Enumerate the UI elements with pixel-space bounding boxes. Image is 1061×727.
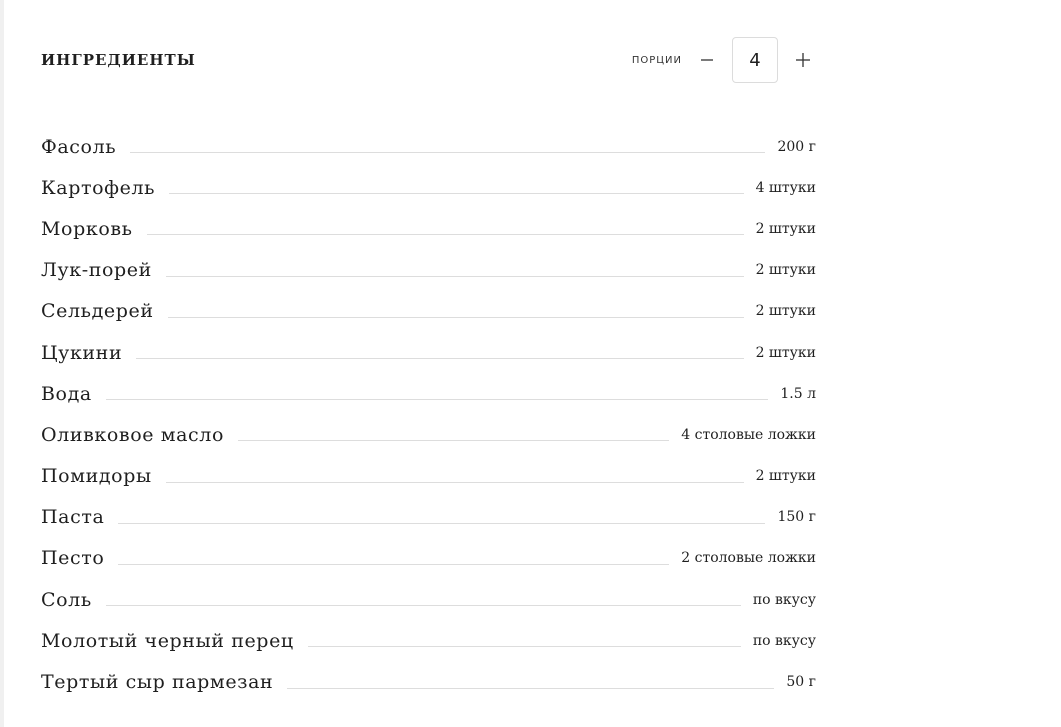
increase-servings-button[interactable] <box>790 47 816 73</box>
leader-line <box>165 275 744 277</box>
ingredient-quantity: 1.5 л <box>780 385 816 402</box>
ingredient-name: Фасоль <box>41 135 117 158</box>
servings-label: ПОРЦИИ <box>631 54 682 66</box>
ingredient-row: Паста 150 г <box>41 497 816 538</box>
decrease-servings-button[interactable] <box>694 47 720 73</box>
ingredient-quantity: 150 г <box>777 509 816 526</box>
ingredient-name: Паста <box>41 506 105 529</box>
ingredient-quantity: 2 штуки <box>755 220 816 237</box>
leader-line <box>118 522 766 524</box>
ingredient-quantity: 2 столовые ложки <box>681 550 816 567</box>
ingredient-row: Молотый черный перец по вкусу <box>41 620 816 661</box>
ingredient-quantity: 2 штуки <box>755 262 816 279</box>
ingredients-panel: ИНГРЕДИЕНТЫ ПОРЦИИ 4 Фасоль 200 г Картоф… <box>41 0 816 727</box>
leader-line <box>105 605 741 607</box>
servings-stepper: ПОРЦИИ 4 <box>632 36 816 84</box>
ingredient-quantity: 2 штуки <box>755 468 816 485</box>
leader-line <box>136 358 744 360</box>
ingredients-header: ИНГРЕДИЕНТЫ ПОРЦИИ 4 <box>41 36 816 84</box>
ingredient-row: Песто 2 столовые ложки <box>41 538 816 579</box>
ingredient-quantity: 50 г <box>786 674 816 691</box>
ingredient-row: Сельдерей 2 штуки <box>41 291 816 332</box>
ingredient-name: Оливковое масло <box>41 423 224 446</box>
ingredient-row: Фасоль 200 г <box>41 126 816 167</box>
ingredient-row: Лук-порей 2 штуки <box>41 250 816 291</box>
ingredient-row: Помидоры 2 штуки <box>41 456 816 497</box>
ingredient-quantity: по вкусу <box>752 632 816 649</box>
ingredient-name: Соль <box>41 588 92 611</box>
ingredient-row: Морковь 2 штуки <box>41 208 816 249</box>
ingredient-row: Цукини 2 штуки <box>41 332 816 373</box>
ingredient-name: Цукини <box>41 341 123 364</box>
leader-line <box>287 687 775 689</box>
ingredient-row: Вода 1.5 л <box>41 373 816 414</box>
ingredient-name: Песто <box>41 547 105 570</box>
leader-line <box>118 563 670 565</box>
ingredient-name: Картофель <box>41 176 156 199</box>
ingredient-name: Вода <box>41 382 92 405</box>
leader-line <box>167 316 744 318</box>
ingredient-list: Фасоль 200 г Картофель 4 штуки Морковь 2… <box>41 126 816 703</box>
ingredient-name: Тертый сыр пармезан <box>41 671 274 694</box>
ingredient-name: Помидоры <box>41 465 152 488</box>
ingredient-row: Тертый сыр пармезан 50 г <box>41 661 816 702</box>
leader-line <box>130 152 766 154</box>
plus-icon <box>796 53 810 67</box>
leader-line <box>146 234 744 236</box>
minus-icon <box>701 59 713 61</box>
ingredient-row: Оливковое масло 4 столовые ложки <box>41 414 816 455</box>
ingredient-quantity: 2 штуки <box>755 344 816 361</box>
ingredient-name: Морковь <box>41 217 133 240</box>
ingredient-name: Лук-порей <box>41 259 152 282</box>
ingredient-quantity: по вкусу <box>752 591 816 608</box>
leader-line <box>238 440 670 442</box>
leader-line <box>169 193 744 195</box>
leader-line <box>165 481 744 483</box>
leader-line <box>105 399 769 401</box>
ingredient-name: Молотый черный перец <box>41 629 294 652</box>
ingredient-row: Соль по вкусу <box>41 579 816 620</box>
servings-count[interactable]: 4 <box>732 37 778 83</box>
ingredient-row: Картофель 4 штуки <box>41 167 816 208</box>
leader-line <box>307 646 741 648</box>
ingredient-quantity: 200 г <box>777 138 816 155</box>
ingredient-quantity: 4 штуки <box>755 179 816 196</box>
ingredient-name: Сельдерей <box>41 300 154 323</box>
page-left-edge <box>0 0 4 727</box>
ingredients-title: ИНГРЕДИЕНТЫ <box>41 51 196 69</box>
ingredient-quantity: 2 штуки <box>755 303 816 320</box>
ingredient-quantity: 4 столовые ложки <box>681 426 816 443</box>
